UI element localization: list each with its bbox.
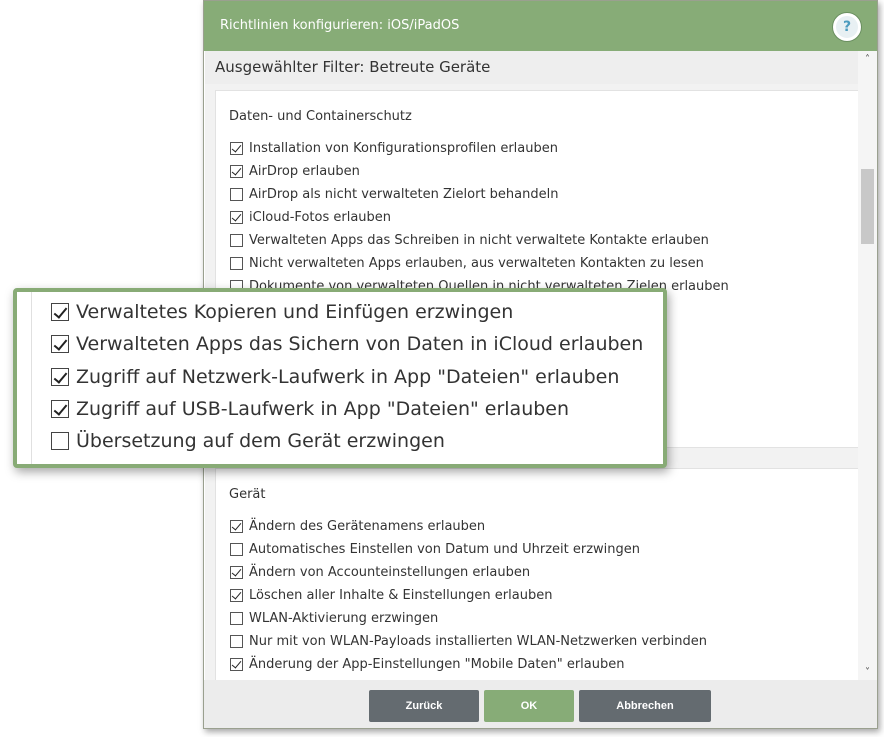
checkbox[interactable] (230, 256, 243, 270)
option-label: AirDrop erlauben (249, 163, 360, 179)
option-label: Verwalteten Apps das Schreiben in nicht … (249, 232, 709, 248)
option-label: Ändern von Accounteinstellungen erlauben (249, 564, 531, 580)
checkbox[interactable] (230, 187, 243, 201)
option-change-device-name[interactable]: Ändern des Gerätenamens erlauben (230, 517, 485, 535)
scroll-down-icon[interactable]: ˅ (858, 664, 877, 680)
option-label: Übersetzung auf dem Gerät erzwingen (76, 430, 445, 452)
checkbox[interactable] (51, 368, 69, 386)
option-airdrop-unmanaged[interactable]: AirDrop als nicht verwalteten Zielort be… (230, 185, 558, 203)
help-icon[interactable]: ? (833, 13, 861, 41)
option-label: iCloud-Fotos erlauben (249, 209, 392, 225)
section-title: Daten- und Containerschutz (229, 109, 412, 124)
zoom-callout: Verwaltetes Kopieren und Einfügen erzwin… (13, 288, 667, 468)
section-title: Gerät (229, 487, 266, 502)
filter-label: Ausgewählter Filter: Betreute Geräte (215, 58, 491, 76)
checkbox[interactable] (230, 519, 243, 533)
checkbox[interactable] (230, 210, 243, 224)
checkbox[interactable] (230, 611, 243, 625)
checkbox[interactable] (230, 141, 243, 155)
option-label: Installation von Konfigurationsprofilen … (249, 140, 558, 156)
option-wlan-payloads-only[interactable]: Nur mit von WLAN-Payloads installierten … (230, 632, 707, 650)
checkbox[interactable] (230, 542, 243, 556)
option-label: WLAN-Aktivierung erzwingen (249, 610, 439, 626)
option-on-device-translation[interactable]: Übersetzung auf dem Gerät erzwingen (51, 428, 445, 454)
option-label: Nur mit von WLAN-Payloads installierten … (249, 633, 707, 649)
dialog-titlebar: Richtlinien konfigurieren: iOS/iPadOS ? (204, 1, 877, 51)
checkbox[interactable] (51, 432, 69, 450)
option-label: Ändern des Gerätenamens erlauben (249, 518, 486, 534)
option-label: Zugriff auf Netzwerk-Laufwerk in App "Da… (76, 366, 620, 388)
checkbox[interactable] (51, 335, 69, 353)
option-usb-drive[interactable]: Zugriff auf USB-Laufwerk in App "Dateien… (51, 396, 569, 422)
dialog-title: Richtlinien konfigurieren: iOS/iPadOS (220, 18, 460, 33)
callout-divider (31, 292, 32, 464)
option-managed-copy-paste[interactable]: Verwaltetes Kopieren und Einfügen erzwin… (51, 299, 513, 325)
checkbox[interactable] (230, 588, 243, 602)
option-label: Änderung der App-Einstellungen "Mobile D… (249, 656, 625, 672)
dialog-footer: Zurück OK Abbrechen (204, 680, 877, 728)
checkbox[interactable] (51, 400, 69, 418)
option-managed-write-contacts[interactable]: Verwalteten Apps das Schreiben in nicht … (230, 231, 709, 249)
option-label: Verwalteten Apps das Sichern von Daten i… (76, 333, 644, 355)
filter-bar: Ausgewählter Filter: Betreute Geräte (205, 51, 858, 84)
option-icloud-photos[interactable]: iCloud-Fotos erlauben (230, 208, 391, 226)
checkbox[interactable] (230, 657, 243, 671)
checkbox[interactable] (230, 634, 243, 648)
section-device: Gerät Ändern des Gerätenamens erlauben A… (215, 468, 858, 680)
cancel-button[interactable]: Abbrechen (579, 690, 711, 722)
checkbox[interactable] (230, 164, 243, 178)
option-force-wlan[interactable]: WLAN-Aktivierung erzwingen (230, 609, 438, 627)
option-label: Verwaltetes Kopieren und Einfügen erzwin… (76, 301, 514, 323)
option-icloud-backup[interactable]: Verwalteten Apps das Sichern von Daten i… (51, 331, 643, 357)
option-mobile-data-settings[interactable]: Änderung der App-Einstellungen "Mobile D… (230, 655, 625, 673)
scrollbar-thumb[interactable] (861, 169, 874, 244)
option-label: Automatisches Einstellen von Datum und U… (249, 541, 641, 557)
option-install-profiles[interactable]: Installation von Konfigurationsprofilen … (230, 139, 558, 157)
back-button[interactable]: Zurück (369, 690, 479, 722)
ok-button[interactable]: OK (484, 690, 574, 722)
checkbox[interactable] (51, 303, 69, 321)
option-account-settings[interactable]: Ändern von Accounteinstellungen erlauben (230, 563, 530, 581)
option-network-drive[interactable]: Zugriff auf Netzwerk-Laufwerk in App "Da… (51, 364, 619, 390)
checkbox[interactable] (230, 565, 243, 579)
checkbox[interactable] (230, 233, 243, 247)
option-label: Löschen aller Inhalte & Einstellungen er… (249, 587, 553, 603)
option-label: Nicht verwalteten Apps erlauben, aus ver… (249, 255, 704, 271)
option-label: Zugriff auf USB-Laufwerk in App "Dateien… (76, 398, 570, 420)
option-erase-content[interactable]: Löschen aller Inhalte & Einstellungen er… (230, 586, 552, 604)
scroll-up-icon[interactable]: ˄ (858, 51, 877, 67)
option-airdrop[interactable]: AirDrop erlauben (230, 162, 360, 180)
vertical-scrollbar[interactable]: ˄ ˅ (858, 51, 877, 680)
option-unmanaged-read-contacts[interactable]: Nicht verwalteten Apps erlauben, aus ver… (230, 254, 704, 272)
option-label: AirDrop als nicht verwalteten Zielort be… (249, 186, 559, 202)
option-auto-date-time[interactable]: Automatisches Einstellen von Datum und U… (230, 540, 640, 558)
